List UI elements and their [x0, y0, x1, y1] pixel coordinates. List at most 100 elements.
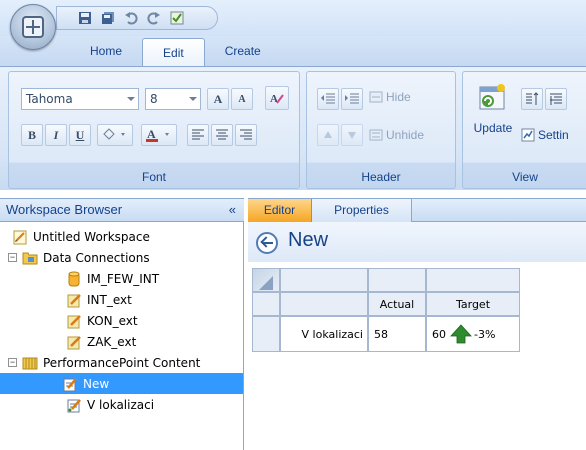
tree-item-kon-ext[interactable]: KON_ext — [66, 310, 138, 331]
editor-tabs: Editor Properties — [248, 198, 586, 222]
clear-formatting-button[interactable]: A — [265, 86, 289, 110]
back-arrow-icon[interactable] — [256, 232, 278, 254]
row-selector[interactable] — [252, 292, 280, 316]
header-group-label: Header — [361, 170, 401, 184]
tree-item-label: Data Connections — [43, 250, 150, 265]
actual-value-cell[interactable]: 58 — [368, 316, 426, 352]
sort-button[interactable] — [521, 88, 543, 110]
filter-button[interactable] — [545, 88, 567, 110]
tree-item-new[interactable]: New — [0, 373, 243, 394]
tab-home[interactable]: Home — [70, 36, 142, 66]
collapse-toggle[interactable]: − — [8, 253, 17, 262]
collapse-toggle[interactable]: − — [8, 358, 17, 367]
update-button[interactable]: Update — [471, 82, 515, 142]
undo-icon[interactable] — [123, 10, 139, 26]
chevron-down-icon[interactable] — [127, 97, 135, 101]
grow-font-icon: A — [213, 91, 223, 106]
unhide-label: Unhide — [386, 128, 425, 142]
tree-item-label: ZAK_ext — [87, 334, 137, 349]
tree-item-performancepoint-content[interactable]: PerformancePoint Content — [22, 352, 200, 373]
update-label: Update — [473, 121, 513, 135]
tree-item-zak-ext[interactable]: ZAK_ext — [66, 331, 136, 352]
underline-button[interactable]: U — [69, 124, 91, 146]
svg-text:A: A — [270, 93, 278, 105]
tree-item-untitled-workspace[interactable]: Untitled Workspace — [12, 226, 150, 247]
grid-header-blank — [368, 268, 426, 292]
tree-item-label: INT_ext — [87, 292, 132, 307]
redo-icon[interactable] — [146, 10, 162, 26]
bold-button[interactable]: B — [21, 124, 43, 146]
indent-decrease-button[interactable] — [317, 88, 339, 110]
tree-item-im-few-int[interactable]: IM_FEW_INT — [66, 268, 159, 289]
grow-font-button[interactable]: A — [207, 88, 229, 110]
ribbon-tabs: Home Edit Create — [70, 36, 281, 68]
move-down-button[interactable] — [341, 124, 363, 146]
hide-label: Hide — [386, 90, 411, 104]
datasource-icon — [67, 293, 81, 307]
font-group: Tahoma 8 A A A B I U A Font — [8, 71, 300, 189]
unhide-button[interactable]: Unhide — [369, 128, 424, 142]
indent-increase-button[interactable] — [341, 88, 363, 110]
settings-icon — [521, 128, 535, 142]
tree-item-data-connections[interactable]: Data Connections — [22, 247, 150, 268]
align-right-button[interactable] — [235, 124, 257, 146]
filter-icon — [550, 93, 562, 105]
arrow-down-icon — [348, 132, 356, 139]
align-left-button[interactable] — [187, 124, 209, 146]
save-icon[interactable] — [77, 10, 93, 26]
view-group: Update Settin View — [462, 71, 586, 189]
variance-value: -3% — [474, 327, 496, 341]
tree-item-label: IM_FEW_INT — [87, 271, 160, 286]
target-value-cell[interactable]: 60 -3% — [426, 316, 520, 352]
align-center-button[interactable] — [211, 124, 233, 146]
shrink-font-icon: A — [238, 93, 246, 105]
workspace-browser-title: Workspace Browser — [6, 202, 123, 217]
page-title: New — [288, 229, 329, 251]
corner-triangle-icon — [259, 276, 273, 290]
svg-text:A: A — [147, 127, 156, 141]
row-selector[interactable] — [252, 316, 280, 352]
bold-icon: B — [27, 127, 36, 142]
tab-create[interactable]: Create — [205, 36, 281, 66]
font-color-icon: A — [146, 127, 169, 142]
shrink-font-button[interactable]: A — [231, 88, 253, 110]
update-icon — [479, 84, 505, 110]
font-name-combo[interactable]: Tahoma — [21, 88, 139, 110]
move-up-button[interactable] — [317, 124, 339, 146]
tab-edit[interactable]: Edit — [142, 38, 205, 68]
folder-icon — [22, 252, 38, 264]
column-header-target[interactable]: Target — [426, 292, 520, 316]
chevron-down-icon[interactable] — [189, 97, 197, 101]
fill-color-button[interactable] — [97, 124, 133, 146]
hide-button[interactable]: Hide — [369, 90, 411, 104]
font-name-value: Tahoma — [26, 92, 73, 106]
publish-icon[interactable] — [169, 10, 185, 26]
tree-item-int-ext[interactable]: INT_ext — [66, 289, 132, 310]
underline-icon: U — [75, 127, 85, 142]
tree-item-label: KON_ext — [87, 313, 138, 328]
tree-item-v-lokalizaci[interactable]: V lokalizaci — [66, 394, 154, 415]
tab-editor[interactable]: Editor — [248, 199, 312, 222]
editor-titlebar: New — [248, 222, 586, 262]
italic-icon: I — [53, 127, 59, 142]
save-all-icon[interactable] — [100, 10, 116, 26]
font-group-label: Font — [141, 170, 166, 184]
grid-corner[interactable] — [252, 268, 280, 292]
arrow-up-icon — [324, 131, 332, 138]
settings-button[interactable]: Settin — [521, 128, 569, 142]
header-group: Hide Unhide Header — [306, 71, 456, 189]
hide-icon — [369, 91, 383, 103]
datasource-icon — [67, 314, 81, 328]
collapse-panel-button[interactable]: « — [229, 202, 236, 217]
tab-properties[interactable]: Properties — [312, 199, 412, 222]
font-color-button[interactable]: A — [141, 124, 177, 146]
row-header-kpi[interactable]: V lokalizaci — [280, 316, 368, 352]
tree-item-label: PerformancePoint Content — [43, 355, 201, 370]
column-header-actual[interactable]: Actual — [368, 292, 426, 316]
tree-item-label: Untitled Workspace — [33, 229, 150, 244]
italic-button[interactable]: I — [45, 124, 67, 146]
up-arrow-indicator-icon — [450, 324, 472, 344]
font-size-combo[interactable]: 8 — [145, 88, 201, 110]
workspace-icon — [13, 230, 27, 244]
application-menu-button[interactable] — [10, 4, 56, 50]
